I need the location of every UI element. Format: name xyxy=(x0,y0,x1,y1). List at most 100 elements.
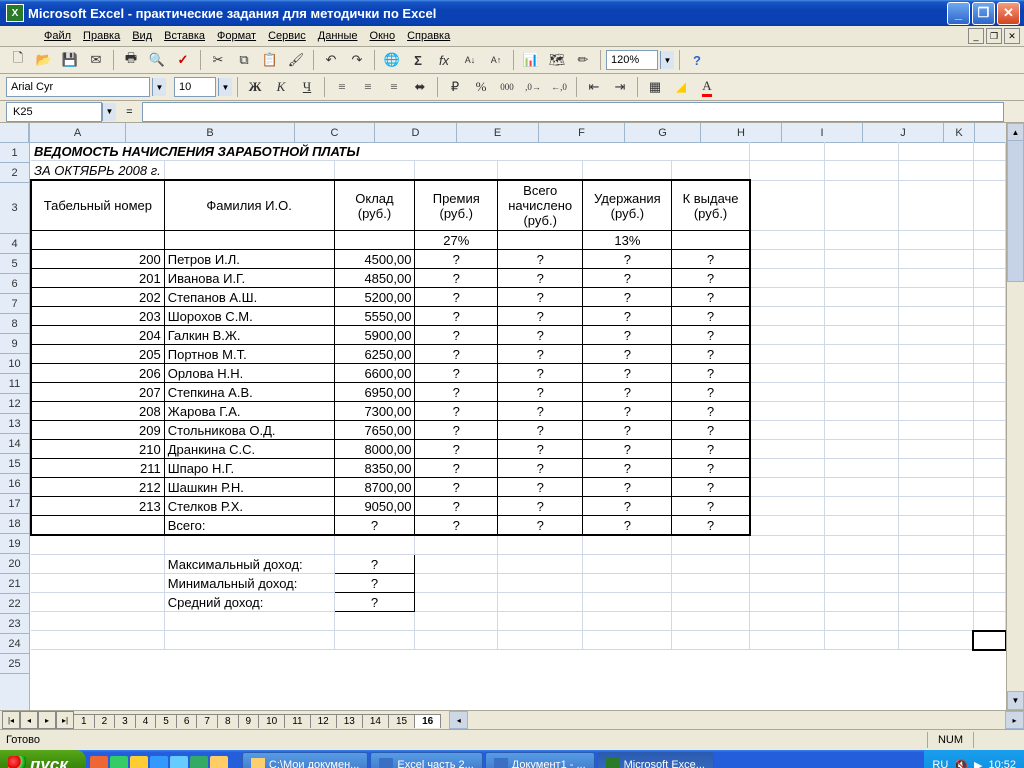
cell[interactable]: 204 xyxy=(31,326,164,345)
sheet-tab[interactable]: 11 xyxy=(284,714,310,728)
cell[interactable] xyxy=(750,231,825,250)
cell[interactable]: ? xyxy=(498,421,583,440)
redo-icon[interactable]: ↷ xyxy=(345,48,369,72)
row-header[interactable]: 24 xyxy=(0,634,29,654)
row-header[interactable]: 10 xyxy=(0,354,29,374)
cell[interactable] xyxy=(750,593,825,612)
cell[interactable] xyxy=(415,161,498,181)
cell[interactable] xyxy=(973,383,1005,402)
cell[interactable] xyxy=(825,612,899,631)
row-header[interactable]: 22 xyxy=(0,594,29,614)
cell[interactable]: Средний доход: xyxy=(164,593,334,612)
cell[interactable]: ? xyxy=(672,269,750,288)
cell[interactable] xyxy=(415,574,498,593)
tab-prev-icon[interactable]: ◂ xyxy=(20,711,38,729)
cell[interactable]: ? xyxy=(672,440,750,459)
cell[interactable] xyxy=(750,478,825,497)
taskbar-item[interactable]: Microsoft Exce... xyxy=(597,752,714,768)
cell[interactable]: ? xyxy=(672,516,750,536)
map-icon[interactable]: 🗺 xyxy=(545,48,569,72)
row-header[interactable]: 12 xyxy=(0,394,29,414)
sheet-tab[interactable]: 4 xyxy=(135,714,157,728)
cell[interactable]: 208 xyxy=(31,402,164,421)
cell[interactable] xyxy=(164,231,334,250)
cell[interactable] xyxy=(899,421,973,440)
cell[interactable] xyxy=(164,535,334,555)
scroll-down-icon[interactable]: ▼ xyxy=(1007,691,1024,710)
cell[interactable] xyxy=(750,555,825,574)
cell[interactable]: Стольникова О.Д. xyxy=(164,421,334,440)
cell[interactable] xyxy=(825,555,899,574)
sheet-tab[interactable]: 13 xyxy=(336,714,363,728)
cell[interactable]: 202 xyxy=(31,288,164,307)
cell[interactable]: Всего начислено (руб.) xyxy=(498,180,583,231)
cell[interactable] xyxy=(825,161,899,181)
cell[interactable] xyxy=(825,440,899,459)
function-icon[interactable]: fx xyxy=(432,48,456,72)
select-all-corner[interactable] xyxy=(0,123,29,143)
scroll-left-icon[interactable]: ◂ xyxy=(449,711,468,729)
cell[interactable]: ЗА ОКТЯБРЬ 2008 г. xyxy=(31,161,164,181)
row-header[interactable]: 21 xyxy=(0,574,29,594)
cell[interactable] xyxy=(825,269,899,288)
cell[interactable] xyxy=(899,383,973,402)
cell[interactable] xyxy=(825,574,899,593)
cell[interactable]: Петров И.Л. xyxy=(164,250,334,269)
cell[interactable] xyxy=(899,593,973,612)
cell[interactable]: 211 xyxy=(31,459,164,478)
row-header[interactable]: 7 xyxy=(0,294,29,314)
cell[interactable] xyxy=(825,250,899,269)
tab-last-icon[interactable]: ▸| xyxy=(56,711,74,729)
font-name-dropdown-icon[interactable]: ▼ xyxy=(152,78,166,96)
cell[interactable]: ? xyxy=(672,250,750,269)
cell[interactable] xyxy=(899,631,973,650)
ql-icon[interactable] xyxy=(110,756,128,768)
cell[interactable] xyxy=(973,516,1005,536)
cell[interactable] xyxy=(750,535,825,555)
name-box-dropdown-icon[interactable]: ▼ xyxy=(102,103,116,121)
zoom-field[interactable]: 120% xyxy=(606,50,658,70)
cell[interactable]: Дранкина С.С. xyxy=(164,440,334,459)
cell[interactable] xyxy=(498,612,583,631)
cell[interactable] xyxy=(750,345,825,364)
preview-icon[interactable]: 🔍 xyxy=(145,48,169,72)
cell[interactable] xyxy=(498,631,583,650)
cell[interactable] xyxy=(750,161,825,181)
cell[interactable]: 8000,00 xyxy=(334,440,415,459)
ql-icon[interactable] xyxy=(130,756,148,768)
sheet-tab[interactable]: 7 xyxy=(196,714,218,728)
cell[interactable]: ? xyxy=(498,250,583,269)
cell[interactable] xyxy=(899,535,973,555)
cell[interactable]: ? xyxy=(672,383,750,402)
cell[interactable]: ? xyxy=(583,288,672,307)
horizontal-scrollbar[interactable]: ◂ ▸ xyxy=(449,711,1024,729)
paste-icon[interactable]: 📋 xyxy=(258,48,282,72)
menu-format[interactable]: Формат xyxy=(211,28,262,44)
cell[interactable]: Табельный номер xyxy=(31,180,164,231)
sheet-tab[interactable]: 8 xyxy=(217,714,239,728)
ql-icon[interactable] xyxy=(210,756,228,768)
cell[interactable] xyxy=(672,631,750,650)
cell[interactable] xyxy=(672,161,750,181)
tab-next-icon[interactable]: ▸ xyxy=(38,711,56,729)
cell[interactable] xyxy=(899,516,973,536)
column-header[interactable]: H xyxy=(701,123,782,142)
row-header[interactable]: 23 xyxy=(0,614,29,634)
cell[interactable]: ? xyxy=(334,516,415,536)
cell[interactable] xyxy=(825,631,899,650)
sheet-tab[interactable]: 3 xyxy=(114,714,136,728)
cell[interactable] xyxy=(750,516,825,536)
tray-icon[interactable]: ▶ xyxy=(974,759,982,768)
cell[interactable] xyxy=(750,402,825,421)
cell[interactable]: ? xyxy=(334,574,415,593)
cell[interactable] xyxy=(31,593,164,612)
sheet-tab[interactable]: 1 xyxy=(73,714,95,728)
align-right-icon[interactable]: ≡ xyxy=(382,75,406,99)
cell[interactable] xyxy=(415,612,498,631)
sheet-tab[interactable]: 16 xyxy=(414,714,441,728)
cell[interactable]: ? xyxy=(583,421,672,440)
cell[interactable] xyxy=(825,231,899,250)
cell[interactable]: ? xyxy=(498,478,583,497)
cell[interactable]: ? xyxy=(583,402,672,421)
cell[interactable]: ? xyxy=(415,440,498,459)
